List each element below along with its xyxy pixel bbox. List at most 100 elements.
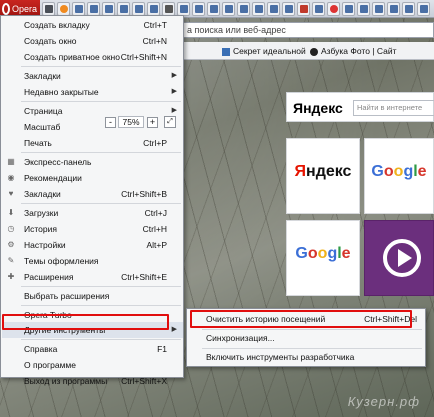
bookmark-icon	[222, 47, 230, 56]
tab-favicon-icon	[420, 5, 428, 13]
gear-icon: ⚙	[7, 240, 15, 249]
clock-icon: ◷	[7, 224, 15, 233]
tab[interactable]	[147, 2, 160, 16]
bookmark-item[interactable]: Азбука Фото | Сайт	[310, 42, 396, 60]
opera-menu-label: Opera	[12, 4, 38, 14]
menu-item-bookmarks[interactable]: ♥ Закладки Ctrl+Shift+B	[2, 186, 183, 202]
opera-main-menu: Создать вкладку Ctrl+T Создать окно Ctrl+N…	[0, 15, 184, 386]
tab[interactable]	[192, 2, 205, 16]
tab[interactable]	[42, 2, 55, 16]
tab-favicon-icon	[150, 5, 158, 13]
tab-favicon-icon	[120, 5, 128, 13]
tab[interactable]	[237, 2, 250, 16]
tab-favicon-icon	[300, 5, 308, 13]
menu-item-get-extensions[interactable]: Выбрать расширения	[2, 288, 183, 304]
submenu-item-developer-tools[interactable]: Включить инструменты разработчика	[189, 350, 425, 365]
tab-favicon-icon	[165, 5, 173, 13]
bookmark-label: Азбука Фото | Сайт	[321, 46, 397, 56]
tab[interactable]	[87, 2, 100, 16]
menu-item-settings[interactable]: ⚙ Настройки Alt+P	[2, 237, 183, 253]
tab[interactable]	[417, 2, 430, 16]
speed-dial-search: Яндекс Найти в интернете	[286, 92, 434, 122]
tab[interactable]	[312, 2, 325, 16]
tab[interactable]	[282, 2, 295, 16]
menu-item-exit[interactable]: Выход из программы Ctrl+Shift+X	[2, 373, 183, 386]
menu-item-speed-dial[interactable]: ▦ Экспресс-панель	[2, 154, 183, 170]
tab-favicon-icon	[375, 5, 383, 13]
submenu-item-sync[interactable]: Синхронизация...	[189, 331, 425, 346]
tab-favicon-icon	[195, 5, 203, 13]
download-icon: ⬇	[7, 208, 15, 217]
tile-label: Google	[295, 245, 351, 262]
tab-favicon-icon	[75, 5, 83, 13]
address-placeholder: а поиска или веб-адрес	[187, 25, 286, 35]
heart-icon: ♥	[8, 189, 14, 198]
compass-icon: ◉	[7, 173, 15, 182]
speed-dial-tile-video[interactable]	[364, 220, 434, 296]
menu-item-new-window[interactable]: Создать окно Ctrl+N	[2, 33, 183, 49]
zoom-in-button[interactable]: +	[147, 117, 158, 128]
zoom-value: 75%	[118, 116, 144, 128]
speed-dial-search-input[interactable]: Найти в интернете	[353, 100, 434, 116]
submenu-item-clear-history[interactable]: Очистить историю посещений Ctrl+Shift+Del	[189, 312, 425, 327]
more-tools-submenu: Очистить историю посещений Ctrl+Shift+Del…	[186, 308, 426, 367]
menu-item-extensions[interactable]: ✚ Расширения Ctrl+Shift+E	[2, 269, 183, 285]
menu-item-more-tools[interactable]: Другие инструменты ▶	[2, 322, 183, 338]
play-icon	[383, 239, 421, 277]
puzzle-icon: ✚	[7, 272, 15, 281]
zoom-fit-icon[interactable]: ⤢	[164, 116, 176, 128]
bookmark-item[interactable]: Секрет идеальной	[222, 42, 306, 60]
tab[interactable]	[57, 2, 70, 16]
tab[interactable]	[372, 2, 385, 16]
tab[interactable]	[267, 2, 280, 16]
submenu-arrow-icon: ▶	[171, 72, 177, 79]
menu-item-print[interactable]: Печать Ctrl+P	[2, 135, 183, 151]
tab-favicon-icon	[240, 5, 248, 13]
tab[interactable]	[207, 2, 220, 16]
tab-favicon-icon	[90, 5, 98, 13]
tab-favicon-icon	[135, 5, 143, 13]
menu-item-history[interactable]: ◷ История Ctrl+H	[2, 221, 183, 237]
menu-item-bookmarks-submenu[interactable]: Закладки ▶	[2, 68, 183, 84]
speed-dial-tile-google[interactable]: Google	[364, 138, 434, 214]
tab[interactable]	[162, 2, 175, 16]
tab[interactable]	[132, 2, 145, 16]
menu-item-recently-closed[interactable]: Недавно закрытые ▶	[2, 84, 183, 100]
tab[interactable]	[357, 2, 370, 16]
tab-favicon-icon	[390, 5, 398, 13]
menu-item-about[interactable]: О программе	[2, 357, 183, 373]
menu-item-themes[interactable]: ✎ Темы оформления	[2, 253, 183, 269]
tile-label: Яндекс	[294, 163, 352, 180]
tab[interactable]	[222, 2, 235, 16]
menu-item-new-tab[interactable]: Создать вкладку Ctrl+T	[2, 17, 183, 33]
tab[interactable]	[402, 2, 415, 16]
bookmark-bar: Секрет идеальной Азбука Фото | Сайт	[182, 42, 434, 60]
menu-item-opera-turbo[interactable]: Opera Turbo	[2, 307, 183, 323]
tab[interactable]	[177, 2, 190, 16]
tab[interactable]	[327, 2, 340, 16]
menu-item-new-private-window[interactable]: Создать приватное окно Ctrl+Shift+N	[2, 49, 183, 65]
zoom-out-button[interactable]: -	[105, 117, 116, 128]
menu-item-downloads[interactable]: ⬇ Загрузки Ctrl+J	[2, 205, 183, 221]
tab-favicon-icon	[345, 5, 353, 13]
speed-dial-tile-google[interactable]: Google	[286, 220, 360, 296]
tab-favicon-icon	[285, 5, 293, 13]
tab[interactable]	[297, 2, 310, 16]
speed-dial-tile-yandex[interactable]: Яндекс	[286, 138, 360, 214]
tab-favicon-icon	[270, 5, 278, 13]
submenu-arrow-icon: ▶	[171, 326, 177, 333]
yandex-logo: Яндекс	[293, 100, 343, 116]
address-bar[interactable]: а поиска или веб-адрес	[182, 22, 434, 38]
tile-label: Google	[371, 163, 427, 180]
tab[interactable]	[387, 2, 400, 16]
tab[interactable]	[72, 2, 85, 16]
tab[interactable]	[342, 2, 355, 16]
tab-favicon-icon	[255, 5, 263, 13]
bookmark-icon	[310, 47, 318, 56]
menu-item-help[interactable]: Справка F1	[2, 341, 183, 357]
menu-item-recommendations[interactable]: ◉ Рекомендации	[2, 170, 183, 186]
tab[interactable]	[117, 2, 130, 16]
tab-favicon-icon	[330, 5, 338, 13]
tab[interactable]	[102, 2, 115, 16]
tab[interactable]	[252, 2, 265, 16]
